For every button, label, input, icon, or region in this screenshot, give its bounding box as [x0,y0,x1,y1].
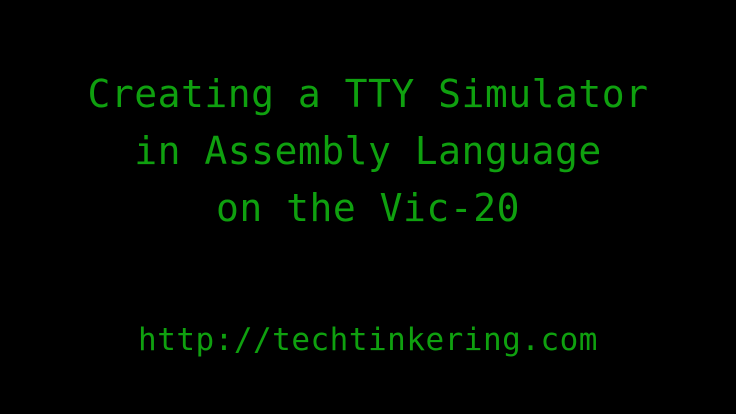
title-line-3: on the Vic-20 [216,186,520,230]
title-screen: Creating a TTY Simulator in Assembly Lan… [0,0,736,414]
website-url: http://techtinkering.com [138,322,598,358]
title: Creating a TTY Simulator in Assembly Lan… [0,66,736,237]
title-line-1: Creating a TTY Simulator [87,72,649,116]
title-line-2: in Assembly Language [134,129,602,173]
